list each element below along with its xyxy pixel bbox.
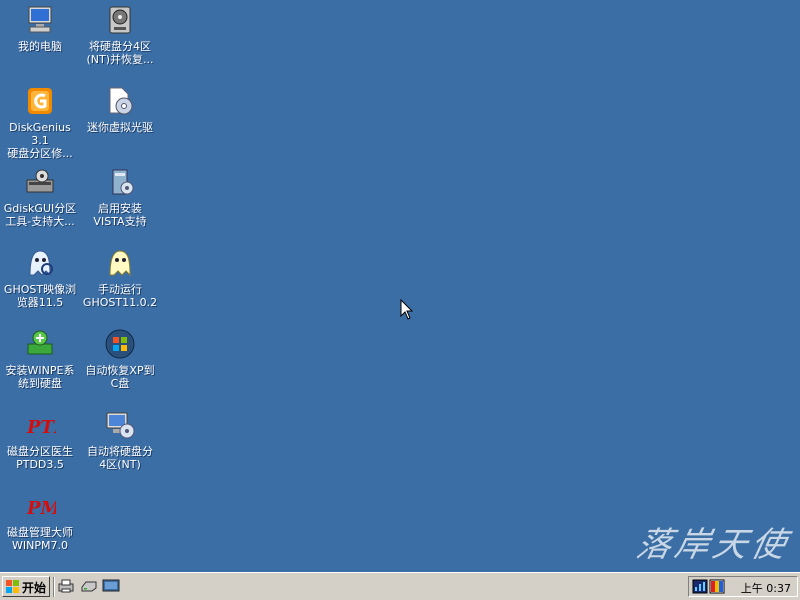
clock[interactable]: 上午 0:37 [741,580,791,596]
desktop-icon-restore-xp[interactable]: 自动恢复XP到 C盘 [81,326,159,402]
icon-label: 自动将硬盘分 4区(NT) [87,445,153,471]
install-winpe-icon [24,328,56,360]
gdiskgui-icon [24,166,56,198]
show-desktop-icon[interactable] [102,578,120,594]
auto-partition-icon [104,409,136,441]
desktop-icon-winpm[interactable]: PM 磁盘管理大师 WINPM7.0 [1,488,79,564]
disk-partition-restore-icon [104,4,136,36]
icon-label: 安装WINPE系 统到硬盘 [5,364,75,390]
mouse-cursor-icon [400,299,414,320]
desktop-icon-ghost-explorer[interactable]: GHOST映像浏 览器11.5 [1,245,79,321]
icon-label: GHOST映像浏 览器11.5 [3,283,77,309]
icon-label: 磁盘管理大师 WINPM7.0 [7,526,73,552]
desktop-icon-install-winpe[interactable]: 安装WINPE系 统到硬盘 [1,326,79,402]
desktop[interactable]: 我的电脑 DiskGenius 3.1 硬盘分区修... GdiskGUI分区 … [0,0,800,572]
desktop-icon-ghost[interactable]: 手动运行 GHOST11.0.2 [81,245,159,321]
diskgenius-icon [24,85,56,117]
svg-text:PTD: PTD [26,417,56,438]
color-palette-icon[interactable] [709,579,725,594]
quick-launch-separator [53,577,55,597]
start-button[interactable]: 开始 [2,576,50,597]
system-tray: 上午 0:37 [688,576,798,597]
svg-text:PM: PM [26,498,56,519]
desktop-icon-ptdd[interactable]: PTD 磁盘分区医生 PTDD3.5 [1,407,79,483]
desktop-icon-virtual-cd[interactable]: 迷你虚拟光驱 [81,83,159,159]
icon-label: 迷你虚拟光驱 [87,121,153,134]
my-computer-icon [24,4,56,36]
drive-icon[interactable] [80,578,98,594]
icon-label: 将硬盘分4区 (NT)并恢复... [86,40,154,66]
watermark-text: 落岸天使 [633,525,794,565]
winpm-icon: PM [24,490,56,522]
ghost-icon [104,247,136,279]
start-label: 开始 [22,581,47,595]
icon-label: 磁盘分区医生 PTDD3.5 [7,445,73,471]
icon-label: 自动恢复XP到 C盘 [85,364,155,390]
icon-label: 手动运行 GHOST11.0.2 [82,283,158,309]
printer-icon[interactable] [57,578,75,594]
desktop-icon-diskgenius[interactable]: DiskGenius 3.1 硬盘分区修... [1,83,79,160]
icon-label: 我的电脑 [18,40,62,53]
vista-support-icon [104,166,136,198]
icon-label: GdiskGUI分区 工具-支持大... [3,202,77,228]
taskbar: 开始 上午 0:37 [0,572,800,600]
desktop-icon-vista-support[interactable]: 启用安装 VISTA支持 [81,164,159,240]
windows-xp-restore-icon [104,328,136,360]
ptdd-icon: PTD [24,409,56,441]
icon-label: 启用安装 VISTA支持 [93,202,147,228]
virtual-cd-drive-icon [104,85,136,117]
icon-label: DiskGenius 3.1 硬盘分区修... [7,121,73,160]
network-monitor-icon[interactable] [692,579,708,594]
desktop-icon-my-computer[interactable]: 我的电脑 [1,2,79,78]
windows-logo-icon [6,580,19,593]
ghost-explorer-icon [24,247,56,279]
desktop-icon-auto-partition[interactable]: 自动将硬盘分 4区(NT) [81,407,159,483]
desktop-icon-partition-restore[interactable]: 将硬盘分4区 (NT)并恢复... [81,2,159,78]
desktop-icon-gdiskgui[interactable]: GdiskGUI分区 工具-支持大... [1,164,79,240]
